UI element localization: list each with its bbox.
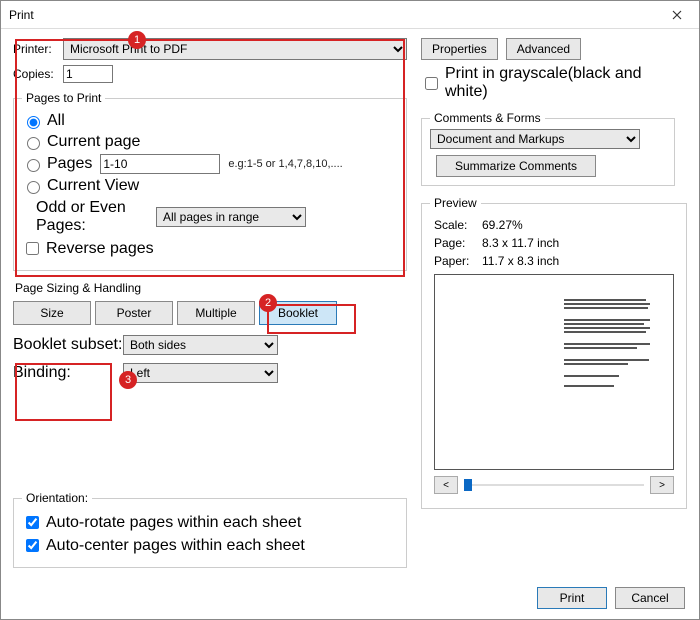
grayscale-label: Print in grayscale(black and white) bbox=[445, 65, 675, 101]
odd-even-label: Odd or Even Pages: bbox=[36, 199, 156, 235]
titlebar: Print bbox=[1, 1, 699, 29]
radio-current-view[interactable] bbox=[27, 181, 40, 194]
auto-center-label: Auto-center pages within each sheet bbox=[46, 537, 305, 555]
pages-to-print-legend: Pages to Print bbox=[22, 91, 105, 105]
printer-select[interactable]: Microsoft Print to PDF bbox=[63, 38, 407, 60]
booklet-subset-select[interactable]: Both sides bbox=[123, 335, 278, 355]
close-icon bbox=[672, 10, 682, 20]
orientation-group: Orientation: Auto-rotate pages within ea… bbox=[13, 491, 407, 568]
window-title: Print bbox=[9, 8, 657, 22]
advanced-button[interactable]: Advanced bbox=[506, 38, 581, 60]
page-label: Page: bbox=[434, 236, 482, 250]
radio-pages[interactable] bbox=[27, 159, 40, 172]
scale-label: Scale: bbox=[434, 218, 482, 232]
preview-slider[interactable] bbox=[464, 484, 644, 486]
auto-rotate-label: Auto-rotate pages within each sheet bbox=[46, 514, 301, 532]
pages-to-print-group: Pages to Print All Current page Pages e.… bbox=[13, 91, 407, 271]
booklet-subset-label: Booklet subset: bbox=[13, 336, 123, 354]
radio-current-page-label: Current page bbox=[47, 133, 140, 151]
radio-pages-label: Pages bbox=[47, 155, 92, 173]
pages-hint: e.g:1-5 or 1,4,7,8,10,.... bbox=[228, 158, 342, 170]
preview-box bbox=[434, 274, 674, 470]
radio-all[interactable] bbox=[27, 116, 40, 129]
binding-select[interactable]: Left bbox=[123, 363, 278, 383]
page-value: 8.3 x 11.7 inch bbox=[482, 236, 674, 250]
odd-even-select[interactable]: All pages in range bbox=[156, 207, 306, 227]
binding-label: Binding: bbox=[13, 364, 123, 382]
orientation-legend: Orientation: bbox=[22, 491, 92, 505]
page-sizing-title: Page Sizing & Handling bbox=[15, 281, 407, 295]
print-dialog: Print Printer: Microsoft Print to PDF Co… bbox=[0, 0, 700, 620]
comments-select[interactable]: Document and Markups bbox=[430, 129, 640, 149]
preview-sheet bbox=[443, 287, 665, 457]
tab-multiple[interactable]: Multiple bbox=[177, 301, 255, 325]
preview-group: Preview Scale: 69.27% Page: 8.3 x 11.7 i… bbox=[421, 196, 687, 509]
copies-input[interactable] bbox=[63, 65, 113, 83]
cancel-button[interactable]: Cancel bbox=[615, 587, 685, 609]
paper-label: Paper: bbox=[434, 254, 482, 268]
comments-group: Comments & Forms Document and Markups Su… bbox=[421, 111, 675, 186]
reverse-pages-label: Reverse pages bbox=[46, 240, 154, 258]
paper-value: 11.7 x 8.3 inch bbox=[482, 254, 674, 268]
preview-prev-button[interactable]: < bbox=[434, 476, 458, 494]
properties-button[interactable]: Properties bbox=[421, 38, 498, 60]
preview-next-button[interactable]: > bbox=[650, 476, 674, 494]
summarize-comments-button[interactable]: Summarize Comments bbox=[436, 155, 596, 177]
radio-current-view-label: Current View bbox=[47, 177, 139, 195]
auto-center-checkbox[interactable] bbox=[26, 539, 39, 552]
comments-legend: Comments & Forms bbox=[430, 111, 545, 125]
pages-input[interactable] bbox=[100, 154, 220, 174]
print-button[interactable]: Print bbox=[537, 587, 607, 609]
radio-current-page[interactable] bbox=[27, 137, 40, 150]
tab-size[interactable]: Size bbox=[13, 301, 91, 325]
reverse-pages-checkbox[interactable] bbox=[26, 242, 39, 255]
auto-rotate-checkbox[interactable] bbox=[26, 516, 39, 529]
preview-legend: Preview bbox=[430, 196, 481, 210]
radio-all-label: All bbox=[47, 112, 65, 130]
right-panel: Properties Advanced Print in grayscale(b… bbox=[421, 33, 675, 568]
copies-label: Copies: bbox=[13, 67, 63, 81]
scale-value: 69.27% bbox=[482, 218, 674, 232]
tab-poster[interactable]: Poster bbox=[95, 301, 173, 325]
close-button[interactable] bbox=[657, 10, 697, 20]
left-panel: Printer: Microsoft Print to PDF Copies: … bbox=[13, 33, 407, 568]
tab-booklet[interactable]: Booklet bbox=[259, 301, 337, 325]
grayscale-checkbox[interactable] bbox=[425, 77, 438, 90]
printer-label: Printer: bbox=[13, 42, 63, 56]
